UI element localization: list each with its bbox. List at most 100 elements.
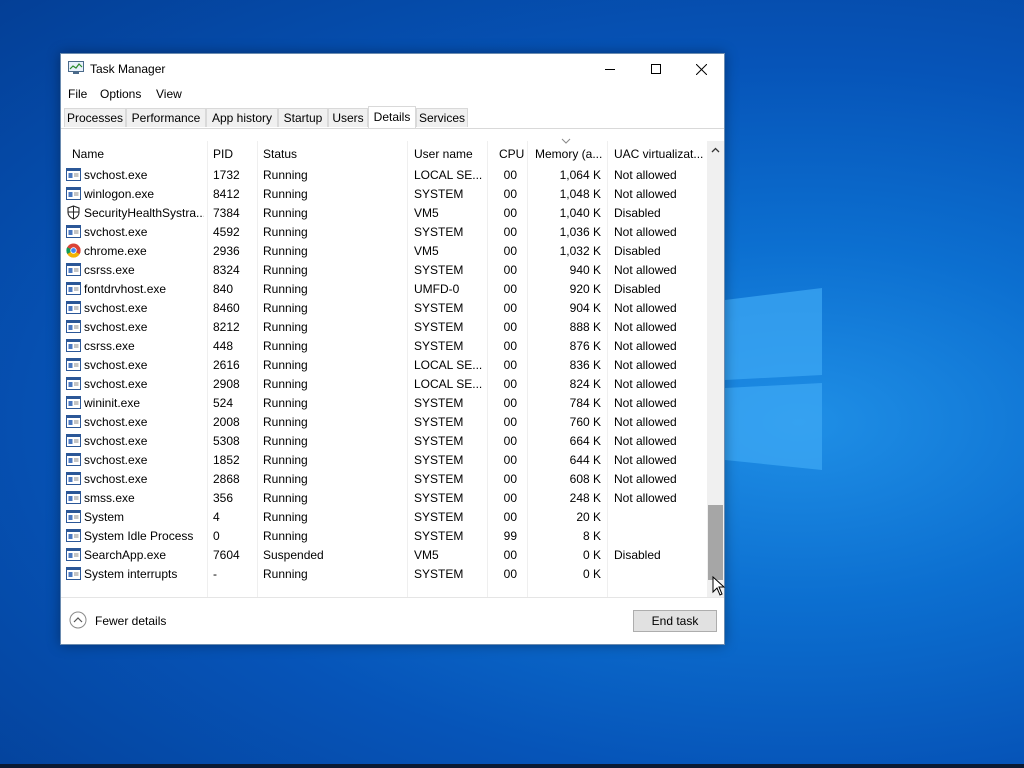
table-row[interactable]: wininit.exe 524 Running SYSTEM 00 784 K Not al… <box>61 393 707 412</box>
header-user-name[interactable]: User name <box>414 147 473 161</box>
process-memory: 1,036 K <box>559 225 601 239</box>
process-uac: Not allowed <box>614 339 677 353</box>
header-status[interactable]: Status <box>263 147 297 161</box>
table-row[interactable]: fontdrvhost.exe 840 Running UMFD-0 00 920 K Di… <box>61 279 707 298</box>
service-icon <box>66 547 81 562</box>
process-uac: Not allowed <box>614 301 677 315</box>
mouse-cursor-icon <box>712 576 726 596</box>
process-status: Running <box>263 187 308 201</box>
process-memory: 920 K <box>569 282 601 296</box>
process-status: Running <box>263 358 308 372</box>
table-row[interactable]: svchost.exe 2616 Running LOCAL SE... 00 836 K… <box>61 355 707 374</box>
process-status: Running <box>263 320 308 334</box>
process-cpu: 00 <box>503 396 517 410</box>
process-memory: 1,064 K <box>559 168 601 182</box>
process-cpu: 00 <box>503 320 517 334</box>
process-status: Running <box>263 491 308 505</box>
tab-details[interactable]: Details <box>368 106 416 128</box>
header-pid[interactable]: PID <box>213 147 233 161</box>
footer-divider <box>61 597 724 598</box>
process-cpu: 00 <box>503 453 517 467</box>
table-row[interactable]: svchost.exe 1852 Running SYSTEM 00 644 K Not a… <box>61 450 707 469</box>
menu-view[interactable]: View <box>156 87 182 101</box>
table-row[interactable]: svchost.exe 5308 Running SYSTEM 00 664 K Not a… <box>61 431 707 450</box>
service-icon <box>66 490 81 505</box>
maximize-button[interactable] <box>633 54 679 84</box>
close-button[interactable] <box>678 54 724 84</box>
process-user: SYSTEM <box>414 225 464 239</box>
table-row[interactable]: svchost.exe 1732 Running LOCAL SE... 00 1,064… <box>61 165 707 184</box>
process-cpu: 00 <box>503 358 517 372</box>
tab-app-history[interactable]: App history <box>206 108 278 127</box>
process-name: svchost.exe <box>84 168 148 182</box>
service-icon <box>66 395 81 410</box>
process-uac: Disabled <box>614 206 661 220</box>
process-uac: Not allowed <box>614 377 677 391</box>
maximize-icon <box>651 64 661 74</box>
header-memory[interactable]: Memory (a... <box>535 147 602 161</box>
tab-divider <box>61 128 724 129</box>
scroll-thumb[interactable] <box>708 505 723 580</box>
table-row[interactable]: csrss.exe 8324 Running SYSTEM 00 940 K Not all… <box>61 260 707 279</box>
process-pid: 4592 <box>213 225 240 239</box>
table-row[interactable]: svchost.exe 8212 Running SYSTEM 00 888 K Not a… <box>61 317 707 336</box>
menu-options[interactable]: Options <box>100 87 141 101</box>
header-name[interactable]: Name <box>72 147 104 161</box>
table-row[interactable]: svchost.exe 4592 Running SYSTEM 00 1,036 K Not… <box>61 222 707 241</box>
service-icon <box>66 300 81 315</box>
tab-users[interactable]: Users <box>328 108 368 127</box>
scroll-up-button[interactable] <box>707 141 724 158</box>
service-icon <box>66 186 81 201</box>
table-row[interactable]: svchost.exe 2908 Running LOCAL SE... 00 824 K… <box>61 374 707 393</box>
process-memory: 0 K <box>582 567 601 581</box>
table-row[interactable]: csrss.exe 448 Running SYSTEM 00 876 K Not allo… <box>61 336 707 355</box>
service-icon <box>66 471 81 486</box>
process-user: SYSTEM <box>414 301 464 315</box>
process-status: Running <box>263 529 308 543</box>
table-row[interactable]: winlogon.exe 8412 Running SYSTEM 00 1,048 K No… <box>61 184 707 203</box>
table-row[interactable]: svchost.exe 8460 Running SYSTEM 00 904 K Not a… <box>61 298 707 317</box>
tab-processes[interactable]: Processes <box>64 108 126 127</box>
table-row[interactable]: smss.exe 356 Running SYSTEM 00 248 K Not allow… <box>61 488 707 507</box>
service-icon <box>66 509 81 524</box>
table-row[interactable]: svchost.exe 2868 Running SYSTEM 00 608 K Not a… <box>61 469 707 488</box>
end-task-button[interactable]: End task <box>633 610 717 632</box>
process-user: SYSTEM <box>414 453 464 467</box>
process-pid: - <box>213 567 217 581</box>
process-name: svchost.exe <box>84 301 148 315</box>
service-icon <box>66 433 81 448</box>
process-user: SYSTEM <box>414 434 464 448</box>
table-row[interactable]: SearchApp.exe 7604 Suspended VM5 00 0 K Disabl… <box>61 545 707 564</box>
process-status: Running <box>263 339 308 353</box>
process-memory: 784 K <box>569 396 601 410</box>
process-user: SYSTEM <box>414 187 464 201</box>
table-row[interactable]: chrome.exe 2936 Running VM5 00 1,032 K Disable… <box>61 241 707 260</box>
vertical-scrollbar[interactable] <box>707 141 724 597</box>
table-row[interactable]: System interrupts - Running SYSTEM 00 0 K <box>61 564 707 583</box>
table-row[interactable]: System Idle Process 0 Running SYSTEM 99 8 K <box>61 526 707 545</box>
header-uac[interactable]: UAC virtualizat... <box>614 147 703 161</box>
menu-file[interactable]: File <box>68 87 87 101</box>
process-cpu: 00 <box>503 510 517 524</box>
tab-startup[interactable]: Startup <box>278 108 328 127</box>
table-row[interactable]: SecurityHealthSystra... 7384 Running VM5 00 1… <box>61 203 707 222</box>
service-icon <box>66 338 81 353</box>
table-row[interactable]: System 4 Running SYSTEM 00 20 K <box>61 507 707 526</box>
process-name: fontdrvhost.exe <box>84 282 167 296</box>
process-name: wininit.exe <box>84 396 141 410</box>
process-memory: 0 K <box>582 548 601 562</box>
process-name: svchost.exe <box>84 225 148 239</box>
process-user: VM5 <box>414 206 439 220</box>
process-pid: 2008 <box>213 415 240 429</box>
header-cpu[interactable]: CPU <box>499 147 524 161</box>
process-table: Name PID Status User name CPU Memory (a.… <box>61 138 724 597</box>
process-user: VM5 <box>414 548 439 562</box>
table-row[interactable]: svchost.exe 2008 Running SYSTEM 00 760 K Not a… <box>61 412 707 431</box>
minimize-button[interactable] <box>587 54 633 84</box>
tab-performance[interactable]: Performance <box>126 108 206 127</box>
process-cpu: 00 <box>503 434 517 448</box>
tab-services[interactable]: Services <box>416 108 468 127</box>
title-bar[interactable]: Task Manager <box>61 54 724 84</box>
fewer-details-label: Fewer details <box>95 614 167 628</box>
process-pid: 840 <box>213 282 234 296</box>
